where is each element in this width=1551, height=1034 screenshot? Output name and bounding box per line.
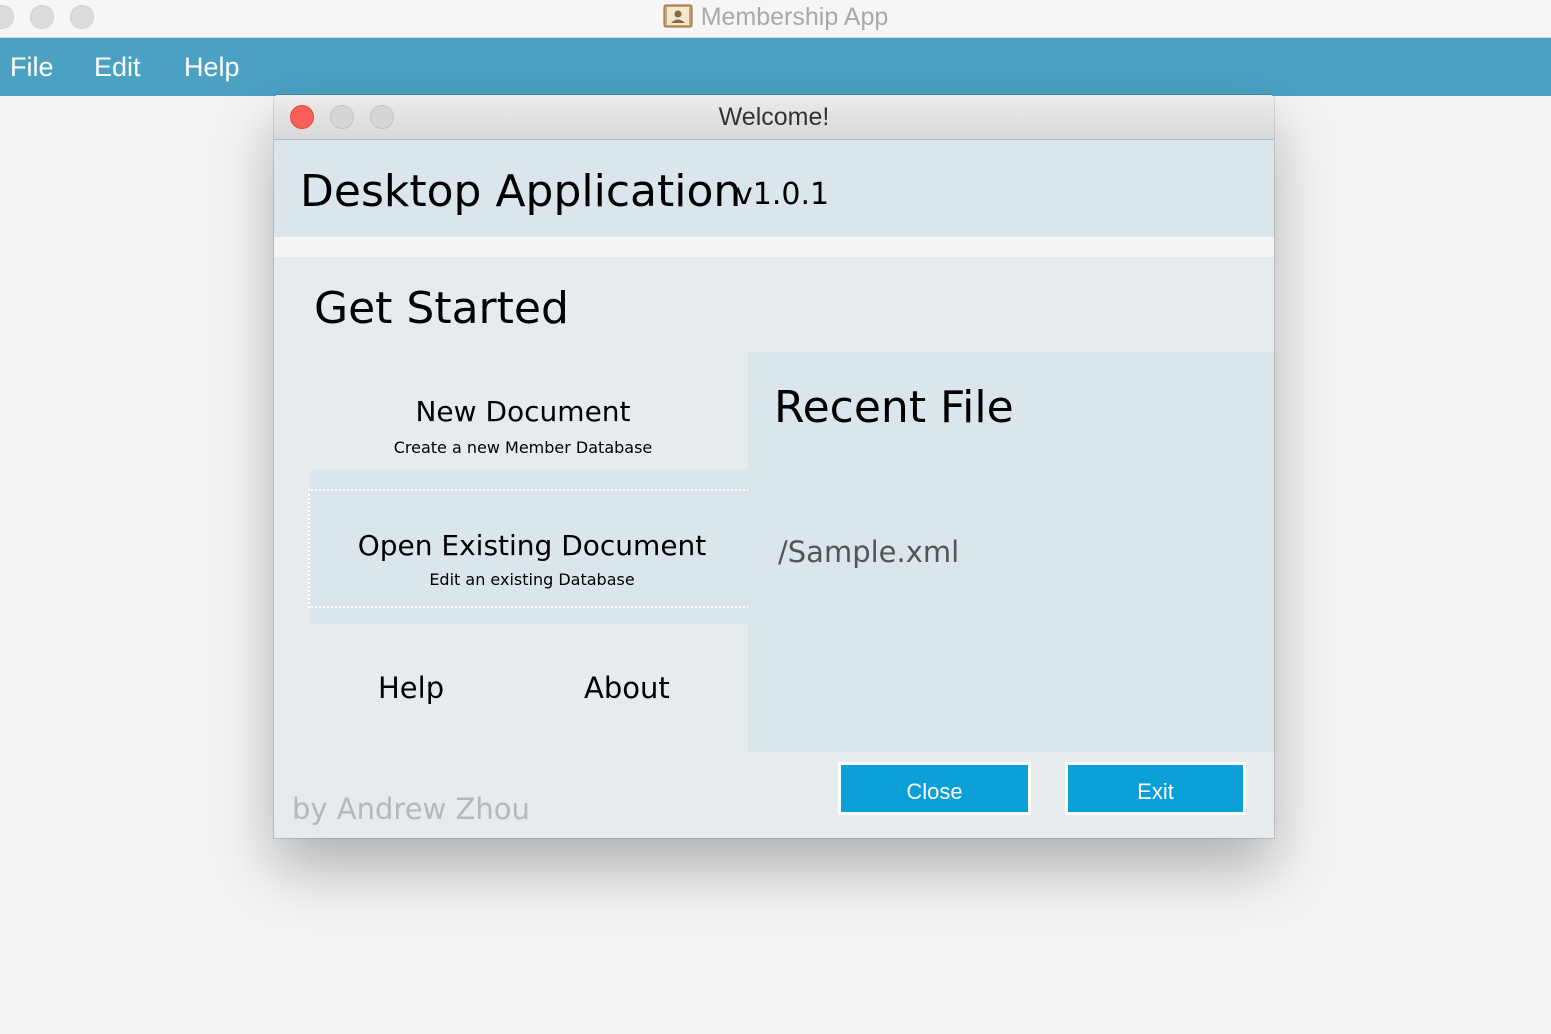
close-button[interactable]: Close bbox=[838, 762, 1031, 815]
menu-help[interactable]: Help bbox=[184, 52, 240, 83]
recent-files-panel: Recent File /Sample.xml bbox=[748, 352, 1274, 752]
open-existing-document-option[interactable]: Open Existing Document Edit an existing … bbox=[308, 489, 756, 608]
open-document-subtitle: Edit an existing Database bbox=[429, 570, 635, 589]
recent-file-item[interactable]: /Sample.xml bbox=[778, 535, 959, 569]
main-window-titlebar: Membership App bbox=[0, 0, 1551, 38]
new-document-subtitle: Create a new Member Database bbox=[393, 438, 653, 457]
dialog-titlebar: Welcome! bbox=[274, 95, 1274, 140]
welcome-dialog: Welcome! Desktop Application v1.0.1 Get … bbox=[274, 95, 1274, 838]
header-separator bbox=[274, 237, 1274, 257]
author-credit: by Andrew Zhou bbox=[292, 792, 530, 826]
recent-file-heading: Recent File bbox=[774, 382, 1014, 433]
get-started-heading: Get Started bbox=[314, 283, 569, 334]
open-document-title: Open Existing Document bbox=[357, 529, 707, 562]
contacts-book-icon bbox=[663, 4, 693, 28]
menu-edit[interactable]: Edit bbox=[94, 52, 141, 83]
about-link[interactable]: About bbox=[584, 671, 670, 705]
dialog-title: Welcome! bbox=[718, 103, 830, 131]
dialog-header: Desktop Application v1.0.1 bbox=[274, 140, 1274, 237]
exit-button[interactable]: Exit bbox=[1065, 762, 1246, 815]
menubar: File Edit Help bbox=[0, 38, 1551, 96]
main-window-title-container: Membership App bbox=[0, 3, 1551, 32]
app-version: v1.0.1 bbox=[735, 177, 830, 212]
app-name: Desktop Application bbox=[300, 166, 742, 217]
menu-file[interactable]: File bbox=[10, 52, 54, 83]
help-link[interactable]: Help bbox=[378, 671, 444, 705]
new-document-title: New Document bbox=[415, 395, 631, 428]
main-window-title: Membership App bbox=[700, 3, 889, 31]
new-document-option[interactable]: New Document Create a new Member Databas… bbox=[310, 385, 736, 470]
